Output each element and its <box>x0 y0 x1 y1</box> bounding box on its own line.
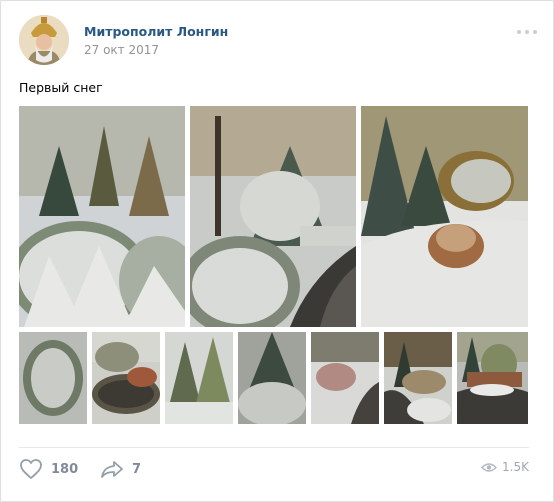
like-button[interactable]: 180 <box>19 458 78 480</box>
more-dot <box>533 30 537 34</box>
share-arrow-icon <box>101 461 123 478</box>
photo-5[interactable] <box>92 332 160 424</box>
post-text: Первый снег <box>19 80 103 95</box>
share-button[interactable]: 7 <box>100 458 141 480</box>
views-count: 1.5K <box>502 460 529 474</box>
photo-1[interactable] <box>19 106 185 327</box>
photo-7[interactable] <box>238 332 306 424</box>
more-dot <box>525 30 529 34</box>
photo-2[interactable] <box>190 106 356 327</box>
photo-9[interactable] <box>384 332 452 424</box>
heart-outline-icon <box>20 459 42 479</box>
more-dots-icon[interactable] <box>517 26 537 38</box>
photo-10[interactable] <box>457 332 528 424</box>
photo-4[interactable] <box>19 332 87 424</box>
photo-8[interactable] <box>311 332 379 424</box>
eye-icon <box>481 462 498 472</box>
photo-3[interactable] <box>361 106 528 327</box>
post-date[interactable]: 27 окт 2017 <box>84 43 159 57</box>
author-name[interactable]: Митрополит Лонгин <box>84 24 228 39</box>
share-count: 7 <box>132 461 142 477</box>
footer-divider <box>19 447 529 448</box>
like-count: 180 <box>51 461 79 477</box>
views-counter: 1.5K <box>481 460 529 474</box>
avatar-image <box>19 15 69 65</box>
more-dot <box>517 30 521 34</box>
author-avatar[interactable] <box>19 15 69 65</box>
photo-6[interactable] <box>165 332 233 424</box>
post-card: Митрополит Лонгин 27 окт 2017 Первый сне… <box>0 0 554 502</box>
